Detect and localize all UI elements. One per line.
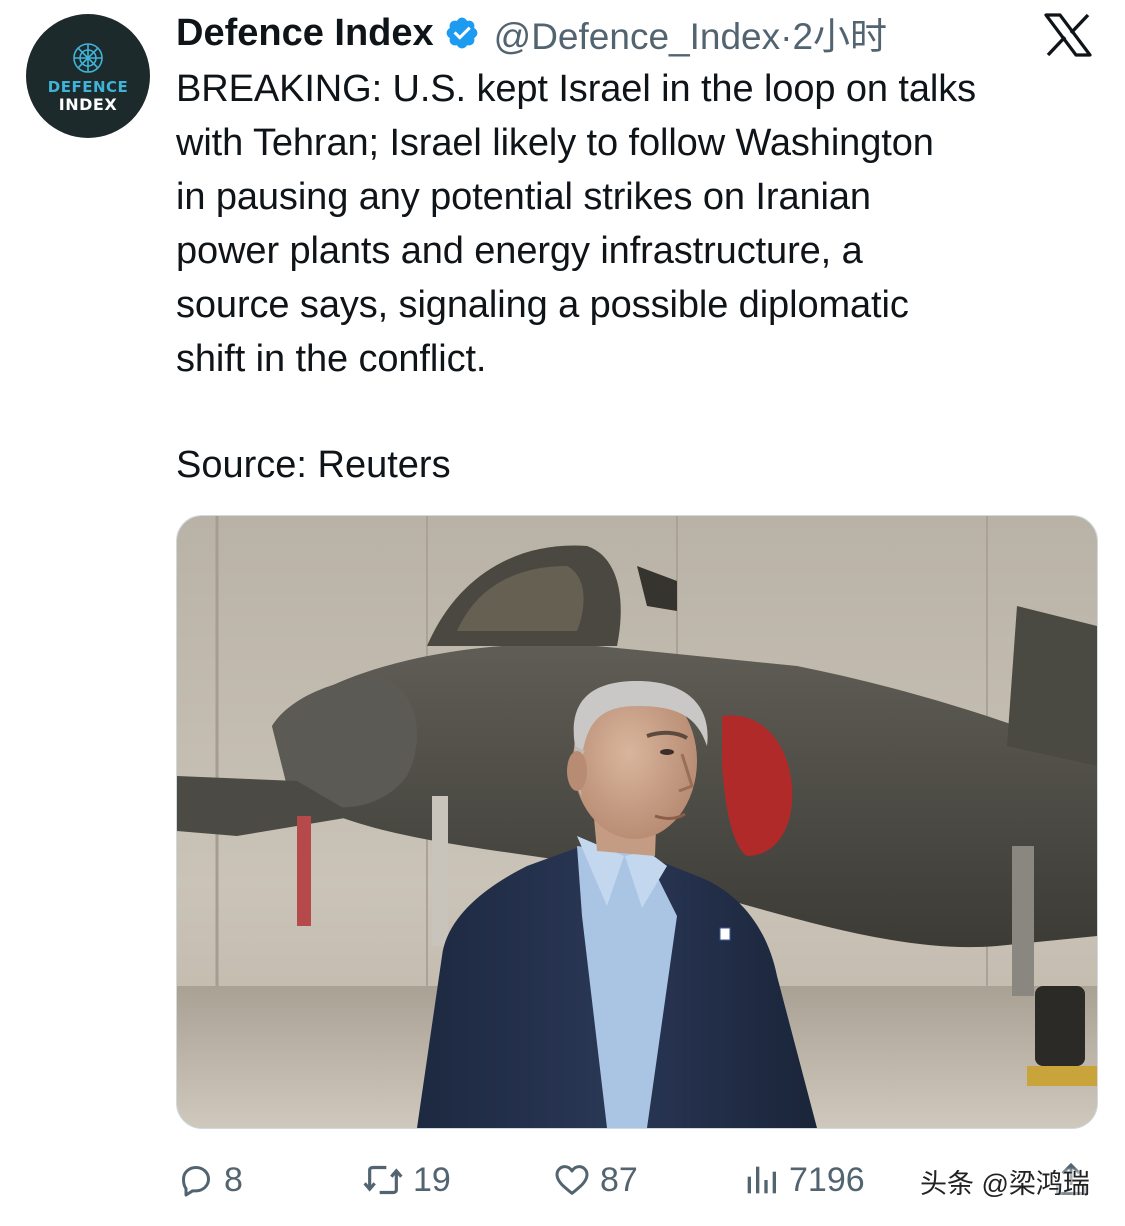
avatar[interactable]: DEFENCE INDEX: [26, 14, 150, 138]
watermark: 头条 @梁鸿瑞: [920, 1169, 1090, 1199]
avatar-text-line1: DEFENCE: [47, 78, 129, 96]
repost-icon: [363, 1165, 403, 1195]
x-logo-icon[interactable]: [1043, 12, 1093, 58]
separator: ·: [780, 16, 793, 57]
repost-count: 19: [413, 1160, 451, 1199]
display-name[interactable]: Defence Index: [176, 12, 434, 55]
tweet-image[interactable]: [176, 515, 1098, 1129]
handle-text: @Defence_Index: [493, 16, 781, 57]
repost-button[interactable]: 19: [361, 1150, 451, 1210]
views-count: 7196: [789, 1160, 865, 1199]
reply-icon: [182, 1166, 210, 1197]
handle[interactable]: @Defence_Index·2小时: [494, 6, 887, 60]
heart-icon: [555, 1165, 589, 1195]
avatar-text-line2: INDEX: [58, 95, 118, 114]
tweet-text: BREAKING: U.S. kept Israel in the loop o…: [176, 68, 976, 380]
like-count: 87: [600, 1160, 638, 1199]
like-button[interactable]: 87: [552, 1150, 638, 1210]
views-icon: [747, 1166, 776, 1194]
timestamp[interactable]: 2小时: [792, 16, 887, 57]
verified-badge-icon: [446, 17, 478, 49]
reply-count: 8: [224, 1160, 243, 1199]
web-globe-icon: [73, 43, 103, 73]
reply-button[interactable]: 8: [176, 1150, 243, 1210]
tweet-header: Defence Index @Defence_Index·2小时: [176, 8, 887, 58]
views-button[interactable]: 7196: [741, 1150, 865, 1210]
tweet-source: Source: Reuters: [176, 444, 451, 486]
